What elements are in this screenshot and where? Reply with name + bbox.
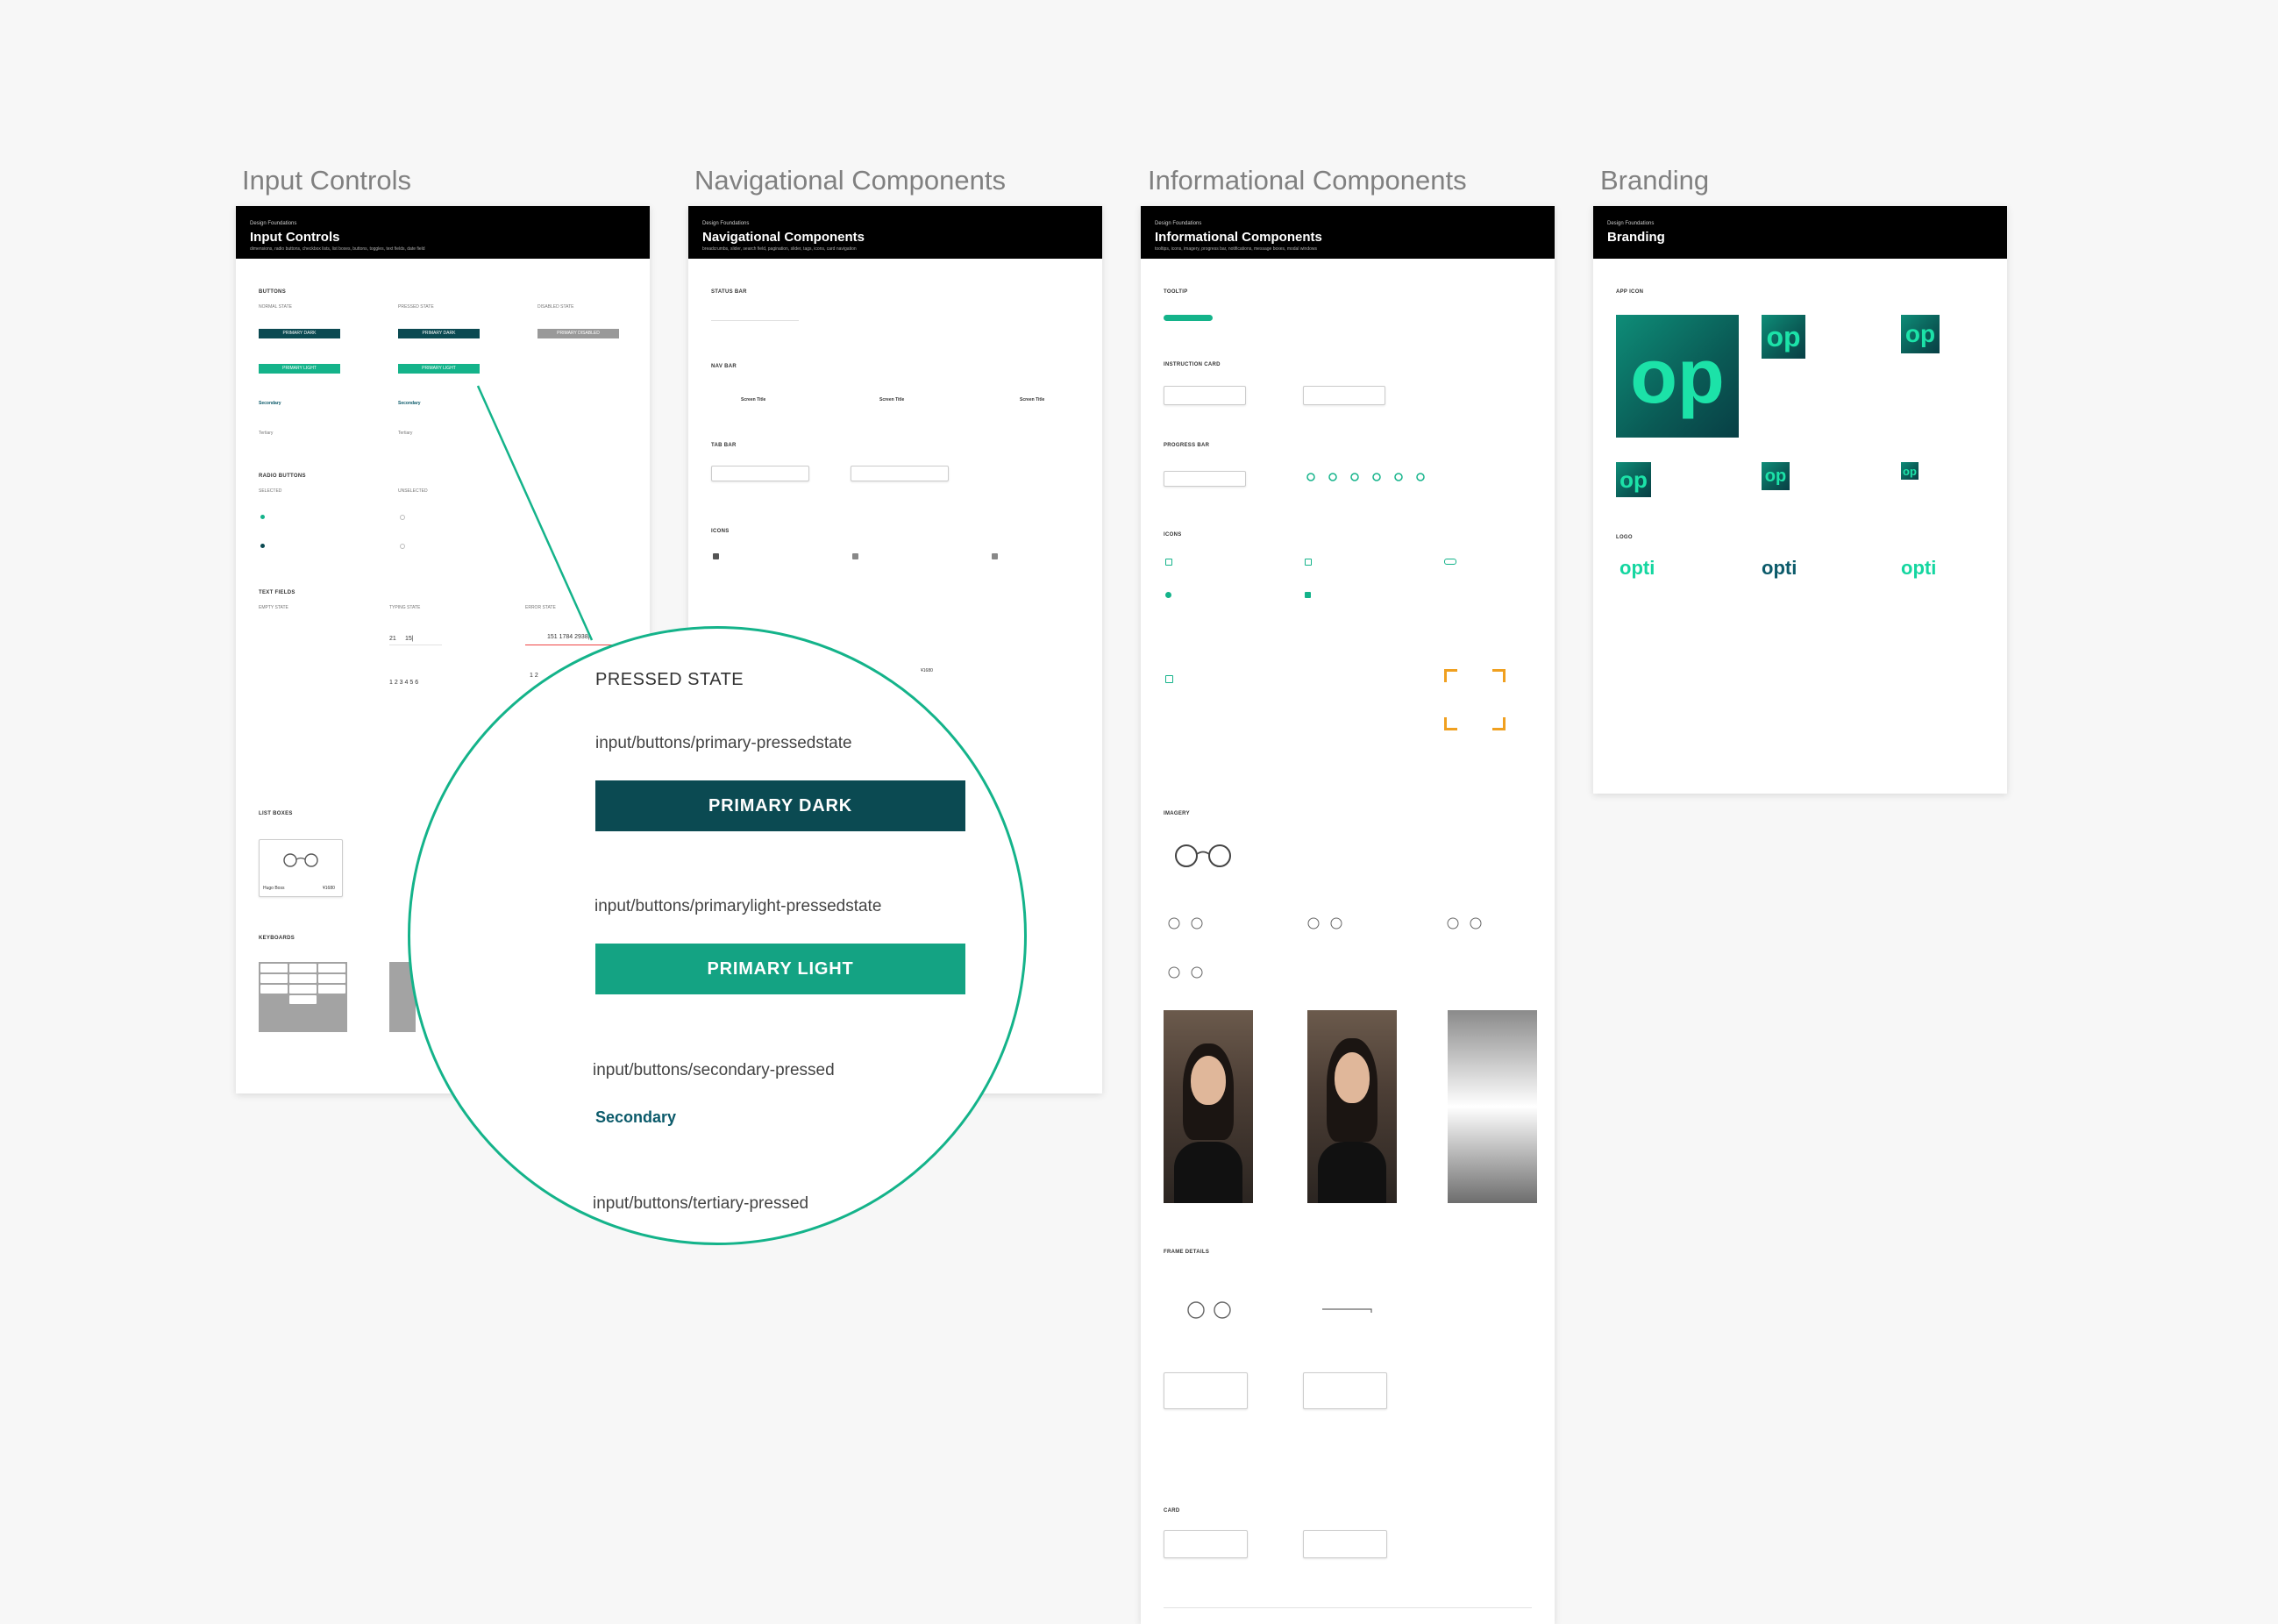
- magnifier-label-secondary: input/buttons/secondary-pressed: [593, 1061, 835, 1079]
- magnifier-lens: PRESSED STATE input/buttons/primary-pres…: [408, 626, 1027, 1245]
- magnifier-heading: PRESSED STATE: [595, 670, 744, 689]
- primary-dark-button[interactable]: PRIMARY DARK: [595, 780, 965, 831]
- magnifier-label-primary-light: input/buttons/primarylight-pressedstate: [594, 897, 882, 915]
- primary-light-button[interactable]: PRIMARY LIGHT: [595, 944, 965, 994]
- secondary-link-button[interactable]: Secondary: [595, 1108, 676, 1127]
- magnifier-connector: [476, 385, 594, 641]
- magnifier-label-tertiary: input/buttons/tertiary-pressed: [593, 1194, 809, 1213]
- magnifier-label-primary: input/buttons/primary-pressedstate: [595, 734, 852, 752]
